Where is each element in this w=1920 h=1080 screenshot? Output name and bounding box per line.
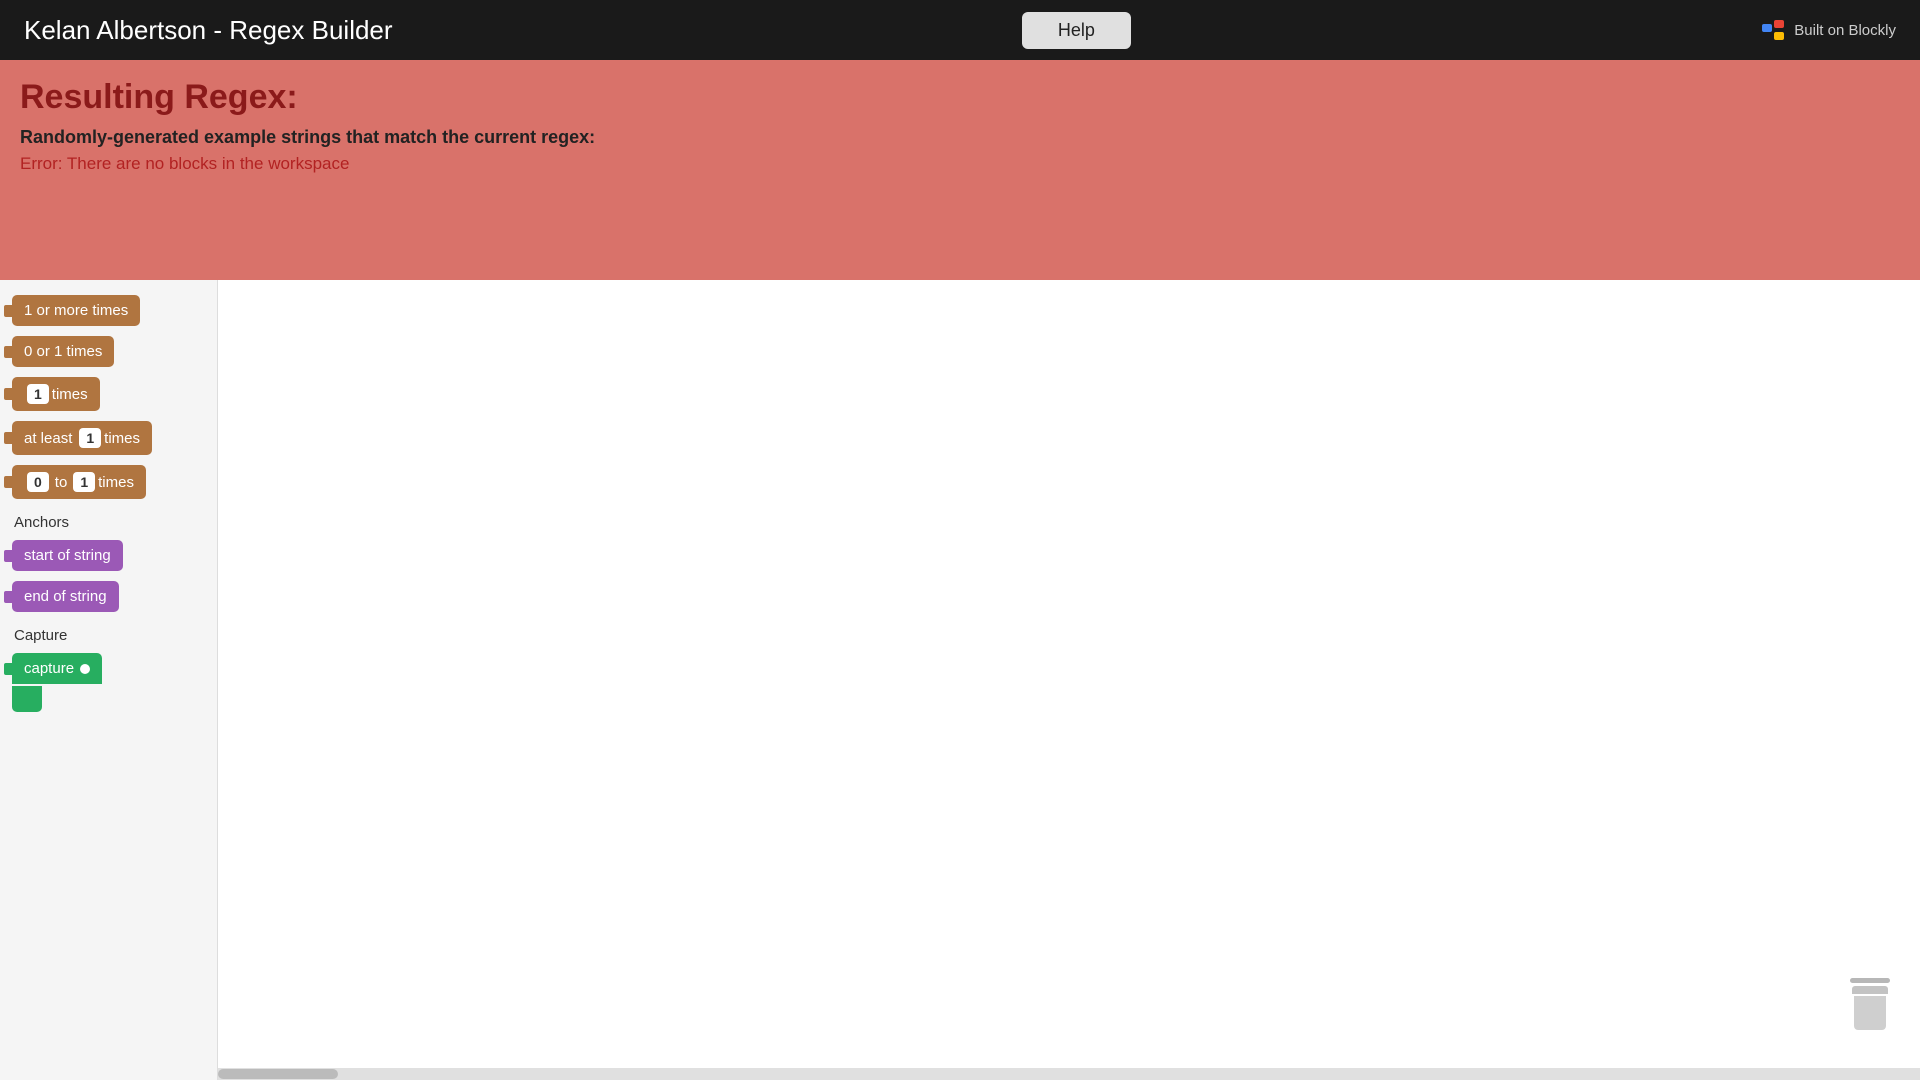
sidebar: 1 or more times 0 or 1 times 1 times at … <box>0 280 218 1080</box>
capture-label: Capture <box>0 617 217 648</box>
block-range-label: times <box>98 474 134 491</box>
block-one-or-more-label: 1 or more times <box>24 302 128 319</box>
block-capture[interactable]: capture <box>12 653 102 712</box>
trash-body <box>1854 996 1886 1030</box>
help-button[interactable]: Help <box>1022 12 1131 49</box>
horizontal-scrollbar[interactable] <box>218 1068 1920 1080</box>
blockly-logo: Built on Blockly <box>1760 16 1896 44</box>
block-start-of-string[interactable]: start of string <box>12 540 123 571</box>
block-range-from: 0 <box>27 472 49 492</box>
block-n-times-num: 1 <box>27 384 49 404</box>
titlebar: Kelan Albertson - Regex Builder Help Bui… <box>0 0 1920 60</box>
block-at-least[interactable]: at least 1 times <box>12 421 152 455</box>
capture-block-label: capture <box>24 660 74 677</box>
trash-can[interactable] <box>1848 978 1892 1030</box>
block-one-or-more[interactable]: 1 or more times <box>12 295 140 326</box>
scrollbar-thumb[interactable] <box>218 1069 338 1079</box>
workspace-canvas[interactable] <box>218 280 1920 1080</box>
app-title: Kelan Albertson - Regex Builder <box>24 15 393 46</box>
block-zero-or-one[interactable]: 0 or 1 times <box>12 336 114 367</box>
anchors-label: Anchors <box>0 504 217 535</box>
block-range-to-label: to <box>55 474 68 491</box>
regex-subtitle: Randomly-generated example strings that … <box>20 127 1900 148</box>
trash-lid <box>1850 978 1890 983</box>
block-n-times-label: times <box>52 386 88 403</box>
block-range-to: 1 <box>73 472 95 492</box>
block-end-of-string-label: end of string <box>24 588 107 605</box>
regex-error: Error: There are no blocks in the worksp… <box>20 154 1900 174</box>
block-range[interactable]: 0 to 1 times <box>12 465 146 499</box>
block-end-of-string[interactable]: end of string <box>12 581 119 612</box>
main-layout: 1 or more times 0 or 1 times 1 times at … <box>0 280 1920 1080</box>
trash-top-handle <box>1852 986 1888 993</box>
regex-area: Resulting Regex: Randomly-generated exam… <box>0 60 1920 280</box>
regex-title: Resulting Regex: <box>20 78 1900 117</box>
capture-block-top: capture <box>12 653 102 684</box>
block-n-times[interactable]: 1 times <box>12 377 100 411</box>
block-at-least-label: times <box>104 430 140 447</box>
block-at-least-prefix: at least <box>24 430 72 447</box>
block-zero-or-one-label: 0 or 1 times <box>24 343 102 360</box>
capture-block-bottom <box>12 686 42 712</box>
block-start-of-string-label: start of string <box>24 547 111 564</box>
block-at-least-num: 1 <box>79 428 101 448</box>
blockly-icon <box>1760 16 1788 44</box>
